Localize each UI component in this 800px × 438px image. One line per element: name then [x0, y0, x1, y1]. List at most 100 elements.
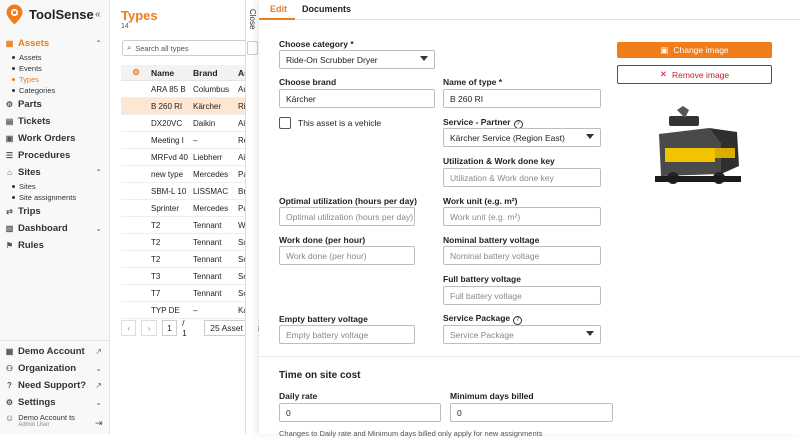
sidebar-subitem-site-assignments[interactable]: Site assignments [12, 192, 110, 203]
cell-name: DX20VC [151, 118, 183, 128]
util-key-field[interactable]: Utilization & Work done key [443, 168, 601, 187]
category-label: Choose category * [279, 39, 354, 49]
divider [0, 340, 110, 341]
name-field[interactable]: B 260 RI [443, 89, 601, 108]
sidebar-item-label: Dashboard [18, 223, 68, 234]
cell-name: TYP DE [151, 305, 180, 315]
tab-edit[interactable]: Edit [270, 4, 287, 14]
full-voltage-field[interactable]: Full battery voltage [443, 286, 601, 305]
collapse-sidebar-icon[interactable]: « [95, 9, 101, 20]
sidebar-item-rules[interactable]: ⚑ Rules [0, 237, 110, 254]
table-row[interactable]: T2 Tennant Sc [121, 234, 251, 251]
search-input[interactable]: ⌕ Search all types [122, 40, 251, 56]
table-row[interactable]: B 260 RI Kärcher Rid [121, 98, 251, 115]
section-title: Time on site cost [279, 370, 361, 381]
work-unit-field[interactable]: Work unit (e.g. m²) [443, 207, 601, 226]
column-header-brand[interactable]: Brand [193, 68, 238, 78]
table-row[interactable]: new type Mercedes Pa [121, 166, 251, 183]
empty-voltage-field[interactable]: Empty battery voltage [279, 325, 415, 344]
column-settings-icon[interactable]: ⚙ [121, 67, 151, 78]
logo[interactable]: ToolSense [6, 4, 94, 25]
package-label: Service Package? [443, 313, 523, 325]
sidebar-item-label: Assets [18, 38, 50, 49]
image-icon: ▣ [660, 44, 669, 55]
sidebar-subitem-assets[interactable]: Assets [12, 52, 110, 63]
prev-page-button[interactable]: ‹ [121, 320, 137, 336]
sidebar-item-need-support[interactable]: ? Need Support? ↗ [0, 377, 110, 394]
page-input[interactable]: 1 [161, 320, 178, 336]
chevron-down-icon[interactable]: ⌄ [95, 224, 102, 233]
table-row[interactable]: TYP DE – Ka [121, 302, 251, 319]
table-row[interactable]: Meeting I – Ro [121, 132, 251, 149]
table-row[interactable]: Sprinter Mercedes Pa [121, 200, 251, 217]
table-row[interactable]: T3 Tennant Sc [121, 268, 251, 285]
sidebar-item-label: Procedures [18, 150, 71, 161]
types-list-pane: Types 14 ⌕ Search all types ⚙ Name Brand… [111, 0, 267, 434]
partner-label: Service - Partner? [443, 117, 523, 129]
sidebar-item-organization[interactable]: ⚇ Organization ⌄ [0, 360, 110, 377]
category-select[interactable]: Ride-On Scrubber Dryer [279, 50, 435, 69]
chevron-up-icon[interactable]: ⌃ [95, 168, 102, 177]
procedures-icon: ☰ [5, 151, 14, 160]
close-button[interactable] [247, 41, 258, 55]
min-days-field[interactable]: 0 [450, 403, 613, 422]
dashboard-icon: ▥ [5, 224, 14, 233]
chevron-up-icon[interactable]: ⌃ [95, 39, 102, 48]
next-page-button[interactable]: › [141, 320, 157, 336]
trips-icon: ⇄ [6, 207, 13, 216]
partner-select[interactable]: Kärcher Service (Region East) [443, 128, 601, 147]
table-row[interactable]: MRFvd 40 Liebherr Air [121, 149, 251, 166]
open-icon: ↗ [95, 347, 102, 356]
chevron-down-icon[interactable]: ⌄ [95, 398, 102, 407]
logout-icon[interactable]: ⇥ [95, 418, 103, 429]
close-panel[interactable]: Close [245, 0, 258, 434]
table-row[interactable]: ARA 85 B Columbus Au [121, 81, 251, 98]
table-row[interactable]: T2 Tennant Wa [121, 217, 251, 234]
toolsense-logo-icon [6, 4, 23, 25]
cell-brand: – [193, 135, 198, 145]
sidebar-item-tickets[interactable]: ▤ Tickets [0, 113, 110, 130]
work-done-field[interactable]: Work done (per hour) [279, 246, 415, 265]
daily-rate-field[interactable]: 0 [279, 403, 441, 422]
sidebar: ToolSense « ▦ Assets ⌃ Assets Events Typ… [0, 0, 110, 434]
remove-image-button[interactable]: ✕ Remove image [617, 65, 772, 84]
table-row[interactable]: DX20VC Daikin Air [121, 115, 251, 132]
rules-icon: ⚑ [5, 241, 14, 250]
sidebar-item-settings[interactable]: ⚙ Settings ⌄ [0, 394, 110, 411]
table-row[interactable]: T7 Tennant Sc [121, 285, 251, 302]
sidebar-item-label: Rules [18, 240, 44, 251]
sidebar-item-parts[interactable]: ⚙ Parts [0, 96, 110, 113]
change-image-button[interactable]: ▣ Change image [617, 42, 772, 58]
table-row[interactable]: SBM-L 10 LISSMAC Bri [121, 183, 251, 200]
sidebar-item-work-orders[interactable]: ▣ Work Orders [0, 130, 110, 147]
opt-util-field[interactable]: Optimal utilization (hours per day) [279, 207, 415, 226]
vehicle-checkbox[interactable] [279, 117, 291, 129]
sidebar-subitem-events[interactable]: Events [12, 63, 110, 74]
tab-documents[interactable]: Documents [302, 4, 351, 14]
sidebar-item-label: Organization [18, 363, 77, 374]
help-icon: ? [7, 381, 12, 390]
info-icon[interactable]: ? [513, 315, 523, 325]
nominal-voltage-field[interactable]: Nominal battery voltage [443, 246, 601, 265]
sidebar-item-label: Demo Account [18, 346, 85, 357]
brand-field[interactable]: Kärcher [279, 89, 435, 108]
close-label[interactable]: Close [246, 4, 259, 34]
sidebar-subitem-categories[interactable]: Categories [12, 85, 110, 96]
sidebar-subitem-types[interactable]: Types [12, 74, 110, 85]
user-info[interactable]: ☺ Demo Account ts Admin User [5, 413, 75, 428]
settings-icon: ⚙ [5, 398, 14, 407]
sidebar-item-trips[interactable]: ⇄ Trips [0, 203, 110, 220]
sidebar-item-procedures[interactable]: ☰ Procedures [0, 147, 110, 164]
sidebar-item-dashboard[interactable]: ▥ Dashboard ⌄ [0, 220, 110, 237]
column-header-name[interactable]: Name [151, 68, 193, 78]
package-select[interactable]: Service Package [443, 325, 601, 344]
caret-down-icon [586, 331, 594, 336]
sidebar-subitem-sites[interactable]: Sites [12, 181, 110, 192]
table-row[interactable]: T2 Tennant Sc [121, 251, 251, 268]
sidebar-item-sites[interactable]: ⌂ Sites ⌃ [0, 164, 110, 181]
chevron-down-icon[interactable]: ⌄ [95, 364, 102, 373]
sidebar-item-assets[interactable]: ▦ Assets ⌃ [0, 35, 110, 52]
cell-brand: Kärcher [193, 101, 222, 111]
sidebar-item-demo-account[interactable]: ▦ Demo Account ↗ [0, 343, 110, 360]
app-name: ToolSense [29, 7, 94, 22]
